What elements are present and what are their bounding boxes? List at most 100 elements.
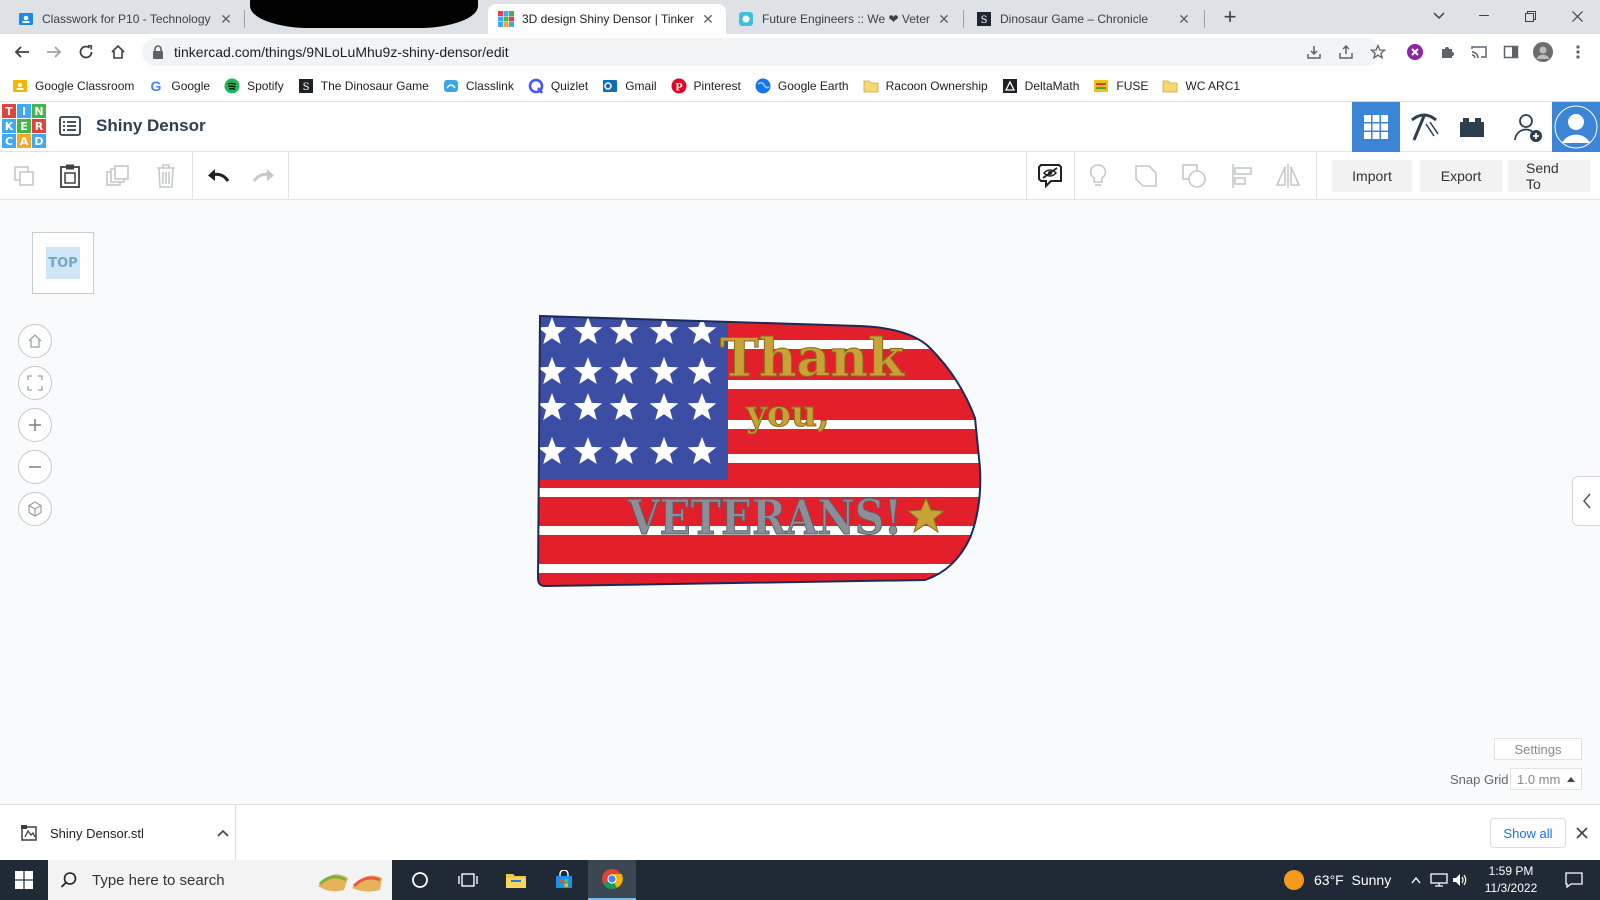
bookmark-spotify[interactable]: Spotify xyxy=(224,78,284,94)
paste-button[interactable] xyxy=(54,160,86,192)
design-list-button[interactable] xyxy=(58,114,82,138)
close-download-bar-button[interactable] xyxy=(1572,823,1592,843)
bookmark-quizlet[interactable]: Quizlet xyxy=(528,78,588,94)
undo-button[interactable] xyxy=(202,160,234,192)
chrome-taskbar-button[interactable] xyxy=(588,860,636,900)
forward-button[interactable] xyxy=(42,40,66,64)
snap-grid-select[interactable]: 1.0 mm xyxy=(1510,768,1582,790)
cortana-button[interactable] xyxy=(396,860,444,900)
zoom-out-button[interactable] xyxy=(18,450,52,484)
perspective-button[interactable] xyxy=(18,492,52,526)
show-hidden-icons-button[interactable] xyxy=(1406,860,1426,900)
task-view-button[interactable] xyxy=(444,860,492,900)
user-avatar[interactable] xyxy=(1552,102,1600,152)
close-window-button[interactable] xyxy=(1554,0,1600,32)
bookmark-wc-arc1[interactable]: WC ARC1 xyxy=(1162,78,1240,94)
show-all-button[interactable] xyxy=(1034,160,1066,192)
volume-button[interactable] xyxy=(1450,860,1470,900)
home-view-button[interactable] xyxy=(18,324,52,358)
bookmark-fuse[interactable]: FUSE xyxy=(1093,78,1148,94)
cast-button[interactable] xyxy=(1469,42,1489,62)
notifications-button[interactable] xyxy=(1556,860,1592,900)
extension-button[interactable] xyxy=(1405,42,1425,62)
download-item[interactable]: Shiny Densor.stl xyxy=(10,805,236,861)
clock-time: 1:59 PM xyxy=(1488,864,1534,878)
side-panel-button[interactable] xyxy=(1501,42,1521,62)
bookmark-google[interactable]: G Google xyxy=(148,78,210,94)
bookmark-the-dinosaur-game[interactable]: S The Dinosaur Game xyxy=(298,78,429,94)
design-flag-shape[interactable]: Thank you, VETERANS! xyxy=(530,308,1000,602)
reload-button[interactable] xyxy=(74,40,98,64)
zoom-in-button[interactable] xyxy=(18,408,52,442)
profile-avatar[interactable] xyxy=(1533,42,1553,62)
download-options-button[interactable] xyxy=(211,829,235,837)
taskbar-search[interactable]: Type here to search xyxy=(48,860,392,900)
view-cube-top-face[interactable]: TOP xyxy=(46,247,80,279)
bookmark-pinterest[interactable]: P Pinterest xyxy=(671,78,741,94)
bookmark-google-earth[interactable]: Google Earth xyxy=(755,78,849,94)
view-cube[interactable]: TOP xyxy=(32,232,94,294)
taskbar-clock[interactable]: 1:59 PM 11/3/2022 xyxy=(1472,863,1550,897)
group-button[interactable] xyxy=(1130,160,1162,192)
bookmark-racoon-ownership[interactable]: Racoon Ownership xyxy=(863,78,988,94)
ungroup-icon xyxy=(1182,164,1206,188)
delete-button[interactable] xyxy=(150,160,182,192)
invite-user-button[interactable] xyxy=(1504,102,1552,152)
bookmark-classlink[interactable]: Classlink xyxy=(443,78,514,94)
tab-search-button[interactable] xyxy=(1416,0,1462,32)
design-text-thank: Thank xyxy=(720,328,905,389)
restore-button[interactable] xyxy=(1507,0,1553,32)
bookmark-gmail[interactable]: Gmail xyxy=(602,78,657,94)
tinkercad-logo[interactable]: TIN KER CAD xyxy=(2,104,46,148)
show-all-downloads-button[interactable]: Show all xyxy=(1490,818,1566,848)
close-icon[interactable]: ✕ xyxy=(1176,11,1192,27)
blocks-view-button[interactable] xyxy=(1400,102,1448,152)
copy-button[interactable] xyxy=(8,160,40,192)
import-button[interactable]: Import xyxy=(1332,160,1412,192)
network-button[interactable] xyxy=(1428,860,1450,900)
redo-button[interactable] xyxy=(248,160,280,192)
duplicate-button[interactable] xyxy=(102,160,134,192)
align-button[interactable] xyxy=(1226,160,1258,192)
send-to-button[interactable]: Send To xyxy=(1508,160,1590,192)
close-icon[interactable]: ✕ xyxy=(936,11,952,27)
home-button[interactable] xyxy=(106,40,130,64)
chevron-up-icon xyxy=(217,829,229,837)
settings-button[interactable]: Settings xyxy=(1494,738,1582,760)
plus-icon xyxy=(29,419,41,431)
workplane[interactable]: TOP Thank you, VETERANS! Settings Snap G… xyxy=(0,200,1600,804)
tab-classwork[interactable]: Classwork for P10 - Technology 7 ✕ xyxy=(8,4,244,34)
bookmark-deltamath[interactable]: DeltaMath xyxy=(1002,78,1079,94)
close-icon[interactable]: ✕ xyxy=(700,11,716,27)
install-app-button[interactable] xyxy=(1304,42,1324,62)
bricks-view-button[interactable] xyxy=(1448,102,1496,152)
close-icon[interactable]: ✕ xyxy=(218,11,234,27)
tab-dinosaur-game[interactable]: S Dinosaur Game – Chronicle ✕ xyxy=(966,4,1202,34)
editor-toolbar: Import Export Send To xyxy=(0,152,1600,200)
microsoft-store-button[interactable] xyxy=(540,860,588,900)
tab-tinkercad[interactable]: 3D design Shiny Densor | Tinkercad ✕ xyxy=(488,4,726,34)
mirror-button[interactable] xyxy=(1272,160,1304,192)
start-button[interactable] xyxy=(0,860,48,900)
bookmark-star-button[interactable] xyxy=(1368,42,1388,62)
notes-button[interactable] xyxy=(1082,160,1114,192)
back-button[interactable] xyxy=(10,40,34,64)
address-bar[interactable]: tinkercad.com/things/9NLoLuMhu9z-shiny-d… xyxy=(142,38,1380,66)
new-tab-button[interactable]: + xyxy=(1218,6,1242,30)
ungroup-button[interactable] xyxy=(1178,160,1210,192)
export-button[interactable]: Export xyxy=(1420,160,1502,192)
file-explorer-button[interactable] xyxy=(492,860,540,900)
weather-widget[interactable]: 63°F Sunny xyxy=(1284,860,1391,900)
3d-design-view-button[interactable] xyxy=(1352,102,1400,152)
fit-view-button[interactable] xyxy=(18,366,52,400)
collapse-panel-button[interactable] xyxy=(1572,476,1600,526)
bookmark-google-classroom[interactable]: Google Classroom xyxy=(12,78,134,94)
install-icon xyxy=(1307,46,1321,59)
share-button[interactable] xyxy=(1336,42,1356,62)
minimize-button[interactable] xyxy=(1461,0,1507,32)
tab-future-engineers[interactable]: Future Engineers :: We ❤ Veterans ✕ xyxy=(728,4,962,34)
extensions-button[interactable] xyxy=(1437,42,1457,62)
design-title[interactable]: Shiny Densor xyxy=(96,116,206,136)
copy-icon xyxy=(14,166,34,186)
menu-button[interactable] xyxy=(1568,42,1588,62)
